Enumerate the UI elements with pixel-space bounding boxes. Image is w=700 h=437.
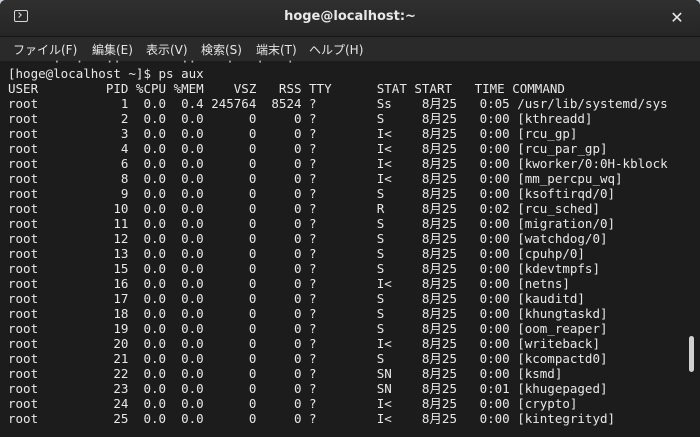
scrolled-text-fragment: · · ·· ·· · · · <box>8 54 294 64</box>
process-row: root 17 0.0 0.0 0 0 ? S 8月25 0:00 [kaudi… <box>8 291 585 306</box>
process-row: root 4 0.0 0.0 0 0 ? I< 8月25 0:00 [rcu_p… <box>8 141 608 156</box>
process-row: root 24 0.0 0.0 0 0 ? I< 8月25 0:00 [cryp… <box>8 396 578 411</box>
process-row: root 1 0.0 0.4 245764 8524 ? Ss 8月25 0:0… <box>8 96 668 111</box>
process-row: root 3 0.0 0.0 0 0 ? I< 8月25 0:00 [rcu_g… <box>8 126 578 141</box>
process-row: root 15 0.0 0.0 0 0 ? S 8月25 0:00 [kdevt… <box>8 261 600 276</box>
process-row: root 16 0.0 0.0 0 0 ? I< 8月25 0:00 [netn… <box>8 276 570 291</box>
scrollbar-thumb[interactable] <box>689 336 694 372</box>
process-row: root 9 0.0 0.0 0 0 ? S 8月25 0:00 [ksofti… <box>8 186 616 201</box>
shell-prompt: [hoge@localhost ~]$ ps aux <box>8 66 204 81</box>
process-row: root 2 0.0 0.0 0 0 ? S 8月25 0:00 [kthrea… <box>8 111 593 126</box>
process-row: root 11 0.0 0.0 0 0 ? S 8月25 0:00 [migra… <box>8 216 616 231</box>
window-title: hoge@localhost:~ <box>284 9 416 24</box>
process-row: root 19 0.0 0.0 0 0 ? S 8月25 0:00 [oom_r… <box>8 321 608 336</box>
process-row: root 10 0.0 0.0 0 0 ? R 8月25 0:02 [rcu_s… <box>8 201 600 216</box>
process-row: root 21 0.0 0.0 0 0 ? S 8月25 0:00 [kcomp… <box>8 351 608 366</box>
ps-header: USER PID %CPU %MEM VSZ RSS TTY STAT STAR… <box>8 81 565 96</box>
close-button[interactable]: ✕ <box>666 7 688 29</box>
process-row: root 6 0.0 0.0 0 0 ? I< 8月25 0:00 [kwork… <box>8 156 668 171</box>
process-row: root 20 0.0 0.0 0 0 ? I< 8月25 0:00 [writ… <box>8 336 600 351</box>
vertical-scrollbar[interactable] <box>685 61 700 437</box>
menu-help[interactable]: ヘルプ(H) <box>309 41 363 58</box>
process-row: root 25 0.0 0.0 0 0 ? I< 8月25 0:00 [kint… <box>8 411 616 426</box>
process-row: root 8 0.0 0.0 0 0 ? I< 8月25 0:00 [mm_pe… <box>8 171 623 186</box>
terminal-window: hoge@localhost:~ ✕ ファイル(F) 編集(E) 表示(V) 検… <box>0 0 700 437</box>
process-row: root 18 0.0 0.0 0 0 ? S 8月25 0:00 [khung… <box>8 306 608 321</box>
title-bar[interactable]: hoge@localhost:~ ✕ <box>0 0 700 37</box>
process-row: root 23 0.0 0.0 0 0 ? SN 8月25 0:01 [khug… <box>8 381 608 396</box>
terminal-output[interactable]: · · ·· ·· · · · [hoge@localhost ~]$ ps a… <box>0 54 685 437</box>
process-row: root 12 0.0 0.0 0 0 ? S 8月25 0:00 [watch… <box>8 231 608 246</box>
process-row: root 22 0.0 0.0 0 0 ? SN 8月25 0:00 [ksmd… <box>8 366 563 381</box>
process-row: root 13 0.0 0.0 0 0 ? S 8月25 0:00 [cpuhp… <box>8 246 585 261</box>
